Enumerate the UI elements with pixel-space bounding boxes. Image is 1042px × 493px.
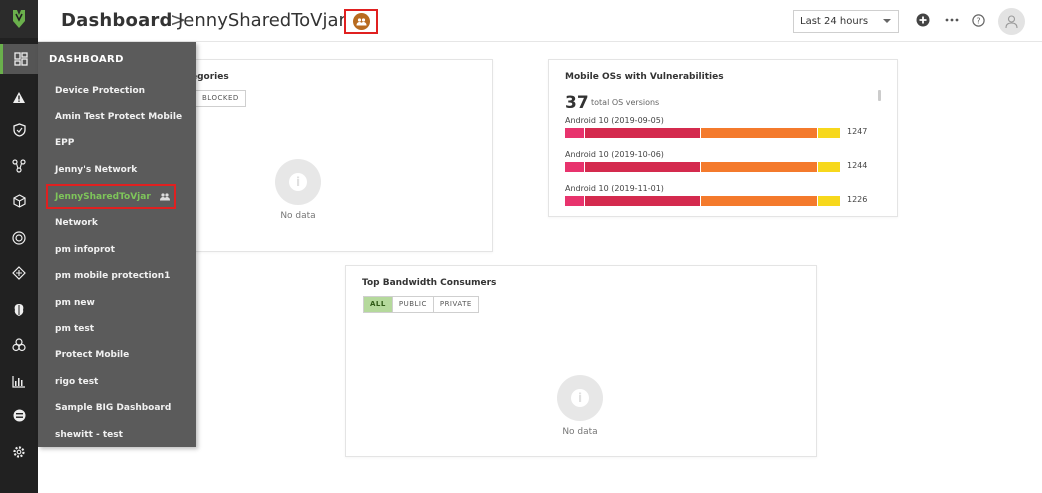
shared-badge[interactable] bbox=[344, 9, 378, 34]
shared-users-icon bbox=[352, 13, 370, 30]
logo-icon bbox=[13, 10, 25, 28]
cube-icon[interactable] bbox=[0, 186, 38, 216]
card-title: Mobile OSs with Vulnerabilities bbox=[565, 72, 724, 82]
add-icon[interactable] bbox=[915, 12, 931, 28]
bandwidth-filter: ALL PUBLIC PRIVATE bbox=[363, 296, 479, 313]
brain-icon[interactable] bbox=[0, 295, 38, 325]
menu-item-label: JennySharedToVjar bbox=[55, 192, 151, 202]
filter-all[interactable]: ALL bbox=[364, 297, 393, 312]
dashboard-menu: DASHBOARD Device Protection Amin Test Pr… bbox=[38, 42, 196, 447]
card-title: egories bbox=[191, 72, 229, 82]
menu-item-epp[interactable]: EPP bbox=[55, 138, 74, 148]
categories-filter: BLOCKED bbox=[195, 90, 246, 107]
mobile-os-card: Mobile OSs with Vulnerabilities 37 total… bbox=[548, 59, 898, 217]
os-row[interactable]: Android 10 (2019-10-06) 1244 bbox=[565, 150, 868, 172]
scrollbar[interactable] bbox=[878, 90, 881, 101]
menu-item-jennys-network[interactable]: Jenny's Network bbox=[55, 165, 137, 175]
help-icon[interactable]: ? bbox=[970, 12, 986, 28]
card-title: Top Bandwidth Consumers bbox=[362, 278, 497, 288]
page-title: Dashboard bbox=[61, 10, 173, 31]
more-icon[interactable] bbox=[944, 12, 960, 28]
menu-item-network[interactable]: Network bbox=[55, 218, 98, 228]
menu-item-device-protection[interactable]: Device Protection bbox=[55, 86, 145, 96]
chevron-down-icon bbox=[883, 19, 891, 23]
menu-item-pm-new[interactable]: pm new bbox=[55, 298, 95, 308]
threat-icon[interactable] bbox=[0, 258, 38, 288]
menu-item-jennysharedtovjar[interactable]: JennySharedToVjar bbox=[55, 192, 171, 202]
svg-text:?: ? bbox=[976, 16, 980, 25]
database-icon[interactable] bbox=[0, 400, 38, 430]
filter-public[interactable]: PUBLIC bbox=[393, 297, 434, 312]
network-icon[interactable] bbox=[0, 151, 38, 181]
os-row[interactable]: Android 10 (2019-09-05) 1247 bbox=[565, 116, 868, 138]
info-icon: i bbox=[275, 159, 321, 205]
no-data-placeholder: i No data bbox=[550, 375, 610, 437]
no-data-label: No data bbox=[280, 211, 316, 221]
os-value: 1244 bbox=[847, 161, 868, 170]
menu-item-rigo-test[interactable]: rigo test bbox=[55, 377, 98, 387]
menu-item-pm-mobile-protection1[interactable]: pm mobile protection1 bbox=[55, 271, 170, 281]
os-name: Android 10 (2019-10-06) bbox=[565, 150, 664, 159]
severity-bar bbox=[565, 196, 841, 206]
menu-item-shewitt-test[interactable]: shewitt - test bbox=[55, 430, 123, 440]
os-count: 37 bbox=[565, 93, 589, 113]
app-logo[interactable] bbox=[0, 0, 38, 38]
avatar[interactable] bbox=[998, 8, 1025, 35]
target-icon[interactable] bbox=[0, 223, 38, 253]
os-row[interactable]: Android 10 (2019-11-01) 1226 bbox=[565, 184, 868, 206]
settings-icon[interactable] bbox=[0, 437, 38, 467]
no-data-placeholder: i No data bbox=[268, 159, 328, 221]
os-name: Android 10 (2019-11-01) bbox=[565, 184, 664, 193]
time-range-value: Last 24 hours bbox=[800, 16, 869, 27]
alert-icon[interactable] bbox=[0, 82, 38, 112]
time-range-select[interactable]: Last 24 hours bbox=[793, 10, 899, 33]
menu-item-pm-test[interactable]: pm test bbox=[55, 324, 94, 334]
menu-item-amin-test[interactable]: Amin Test Protect Mobile bbox=[55, 112, 182, 122]
user-icon bbox=[1005, 15, 1018, 29]
menu-item-protect-mobile[interactable]: Protect Mobile bbox=[55, 350, 129, 360]
left-rail bbox=[0, 0, 38, 493]
categories-card: egories BLOCKED i No data bbox=[150, 59, 493, 252]
severity-bar bbox=[565, 162, 841, 172]
os-count-label: total OS versions bbox=[591, 98, 660, 107]
os-name: Android 10 (2019-09-05) bbox=[565, 116, 664, 125]
menu-item-pm-infoprot[interactable]: pm infoprot bbox=[55, 245, 115, 255]
bandwidth-card: Top Bandwidth Consumers ALL PUBLIC PRIVA… bbox=[345, 265, 817, 457]
filter-private[interactable]: PRIVATE bbox=[434, 297, 478, 312]
shared-users-icon bbox=[159, 192, 170, 200]
analytics-icon[interactable] bbox=[0, 366, 38, 396]
os-value: 1226 bbox=[847, 195, 868, 204]
filter-blocked[interactable]: BLOCKED bbox=[196, 91, 245, 106]
menu-heading: DASHBOARD bbox=[49, 54, 124, 65]
menu-item-sample-big-dashboard[interactable]: Sample BIG Dashboard bbox=[55, 403, 171, 413]
os-value: 1247 bbox=[847, 127, 868, 136]
shield-icon[interactable] bbox=[0, 115, 38, 145]
info-icon: i bbox=[557, 375, 603, 421]
dashboard-name: JennySharedToVjar bbox=[178, 10, 346, 31]
dashboard-icon[interactable] bbox=[0, 44, 38, 74]
severity-bar bbox=[565, 128, 841, 138]
biohazard-icon[interactable] bbox=[0, 330, 38, 360]
no-data-label: No data bbox=[562, 427, 598, 437]
top-header: Dashboard > JennySharedToVjar Last 24 ho… bbox=[38, 0, 1042, 42]
